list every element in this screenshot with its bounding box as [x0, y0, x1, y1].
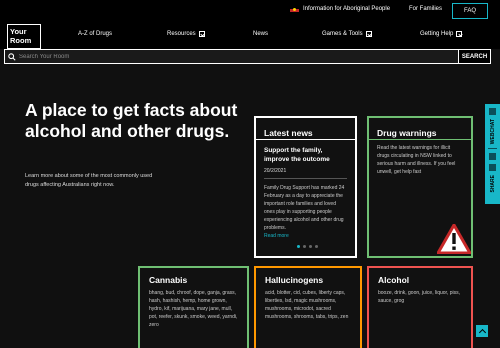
alcohol-card[interactable]: Alcohol booze, drink, goon, juice, liquo… — [367, 266, 473, 348]
news-excerpt-text: Family Drug Support has marked 24 Februa… — [264, 185, 345, 231]
search-button[interactable]: SEARCH — [458, 50, 490, 63]
chevron-down-icon — [198, 31, 205, 37]
chevron-down-icon — [365, 31, 372, 37]
read-more-link[interactable]: Read more — [264, 233, 289, 239]
page-title: A place to get facts about alcohol and o… — [25, 100, 238, 141]
nav-item-games-tools[interactable]: Games & Tools — [322, 31, 372, 37]
news-article-title[interactable]: Support the family, improve the outcome — [264, 146, 347, 164]
search-icon — [5, 50, 19, 63]
nav-games-label: Games & Tools — [322, 31, 363, 37]
warning-triangle-icon — [437, 224, 471, 254]
carousel-dot[interactable] — [315, 245, 318, 248]
nav-az-label: A-Z of Drugs — [78, 31, 113, 37]
main-nav: Your Room A-Z of Drugs Resources News Ga… — [0, 22, 500, 49]
webchat-label[interactable]: WEBCHAT — [490, 119, 496, 144]
logo-line-2: Room — [10, 36, 32, 45]
hero-subtitle: Learn more about some of the most common… — [25, 173, 153, 188]
share-divider — [488, 148, 497, 150]
cannabis-title: Cannabis — [149, 275, 188, 285]
drug-warnings-heading: Drug warnings — [377, 128, 437, 138]
for-families-link[interactable]: For Families — [409, 6, 442, 12]
search-bar: SEARCH — [4, 49, 491, 64]
scroll-to-top-button[interactable] — [476, 325, 488, 337]
aboriginal-info-label: Information for Aboriginal People — [303, 6, 391, 12]
logo-line-1: Your — [10, 27, 27, 36]
carousel-dots — [297, 245, 318, 248]
chevron-down-icon — [456, 31, 463, 37]
facebook-icon[interactable] — [489, 164, 496, 172]
drug-warnings-card[interactable]: Drug warnings Read the latest warnings f… — [367, 116, 473, 258]
news-excerpt: Family Drug Support has marked 24 Februa… — [264, 184, 347, 240]
nav-item-getting-help[interactable]: Getting Help — [420, 31, 463, 37]
hallucinogens-aliases: acid, blotter, cid, cubes, liberty caps,… — [265, 290, 349, 320]
alcohol-title: Alcohol — [378, 275, 410, 285]
hallucinogens-card[interactable]: Hallucinogens acid, blotter, cid, cubes,… — [254, 266, 362, 348]
your-room-logo[interactable]: Your Room — [7, 24, 41, 49]
twitter-icon[interactable] — [489, 153, 496, 161]
nav-item-news[interactable]: News — [253, 31, 268, 37]
webchat-icon[interactable] — [489, 108, 496, 115]
cannabis-card[interactable]: Cannabis bhang, bud, chroof, dope, ganja… — [138, 266, 249, 348]
drug-warnings-text: Read the latest warnings for illicit dru… — [377, 145, 456, 175]
nav-resources-label: Resources — [167, 31, 196, 37]
nav-item-az-drugs[interactable]: A-Z of Drugs — [78, 31, 112, 37]
latest-news-heading: Latest news — [264, 128, 313, 138]
alcohol-aliases: booze, drink, goon, juice, liquor, piss,… — [378, 290, 460, 304]
aboriginal-flag-icon — [290, 6, 299, 12]
cannabis-aliases: bhang, bud, chroof, dope, ganja, grass, … — [149, 290, 238, 328]
nav-help-label: Getting Help — [420, 31, 454, 37]
nav-news-label: News — [253, 31, 269, 37]
news-date: 20/2/2021 — [264, 168, 347, 179]
search-input[interactable] — [19, 50, 458, 63]
nav-item-resources[interactable]: Resources — [167, 31, 205, 37]
aboriginal-info-link[interactable]: Information for Aboriginal People — [290, 6, 390, 12]
faq-button[interactable]: FAQ — [452, 3, 488, 19]
carousel-dot[interactable] — [297, 245, 300, 248]
utility-bar: Information for Aboriginal People For Fa… — [0, 0, 500, 22]
latest-news-card: Latest news Support the family, improve … — [254, 116, 357, 258]
share-sidebar: WEBCHAT SHARE — [485, 104, 500, 204]
hallucinogens-title: Hallucinogens — [265, 275, 324, 285]
share-label: SHARE — [489, 175, 496, 193]
carousel-dot[interactable] — [303, 245, 306, 248]
carousel-dot[interactable] — [309, 245, 312, 248]
